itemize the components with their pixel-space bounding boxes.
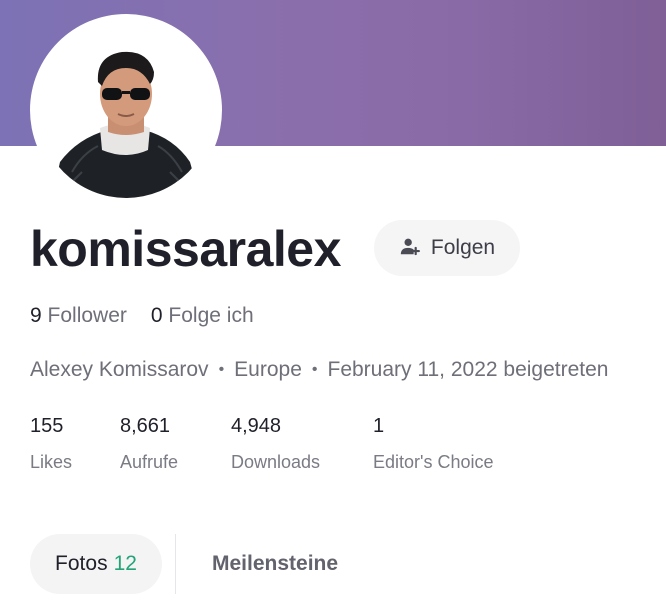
follow-button-label: Folgen: [430, 236, 496, 259]
stat-label: Editor's Choice: [373, 452, 494, 472]
stat-value: 1: [373, 415, 385, 437]
tab-photos-count: 12: [113, 552, 137, 575]
following-label: Folge ich: [168, 304, 254, 327]
meta-separator: •: [311, 361, 318, 378]
profile-meta: Alexey Komissarov • Europe • February 11…: [30, 356, 608, 384]
followers-link[interactable]: 9 Follower: [30, 302, 127, 330]
profile-username: komissaralex: [30, 221, 341, 277]
tab-divider: [175, 534, 176, 594]
followers-count: 9: [30, 304, 42, 327]
location: Europe: [234, 358, 302, 381]
following-count: 0: [150, 304, 163, 327]
tab-milestones[interactable]: Meilensteine: [212, 548, 338, 580]
follow-button[interactable]: Folgen: [374, 220, 520, 276]
joined-date: February 11, 2022 beigetreten: [327, 358, 609, 381]
stat-editors-choice: 1 Editor's Choice: [373, 412, 494, 474]
stat-likes: 155 Likes: [30, 412, 72, 474]
avatar-photo: [38, 22, 214, 198]
stat-label: Likes: [30, 452, 73, 472]
meta-separator: •: [218, 361, 225, 378]
avatar[interactable]: [30, 14, 222, 206]
full-name: Alexey Komissarov: [30, 358, 209, 381]
stat-label: Aufrufe: [120, 452, 179, 472]
stat-views: 8,661 Aufrufe: [120, 412, 178, 474]
stat-downloads: 4,948 Downloads: [231, 412, 320, 474]
following-link[interactable]: 0 Folge ich: [151, 302, 254, 330]
followers-label: Follower: [47, 304, 127, 327]
follow-counts: 9 Follower 0 Folge ich: [30, 302, 254, 330]
add-user-icon: [399, 235, 421, 262]
tab-photos[interactable]: Fotos 12: [30, 534, 162, 594]
tab-photos-label: Fotos: [55, 552, 108, 575]
stat-value: 4,948: [231, 415, 282, 437]
stat-value: 155: [30, 415, 64, 437]
stat-label: Downloads: [231, 452, 321, 472]
stat-value: 8,661: [120, 415, 171, 437]
